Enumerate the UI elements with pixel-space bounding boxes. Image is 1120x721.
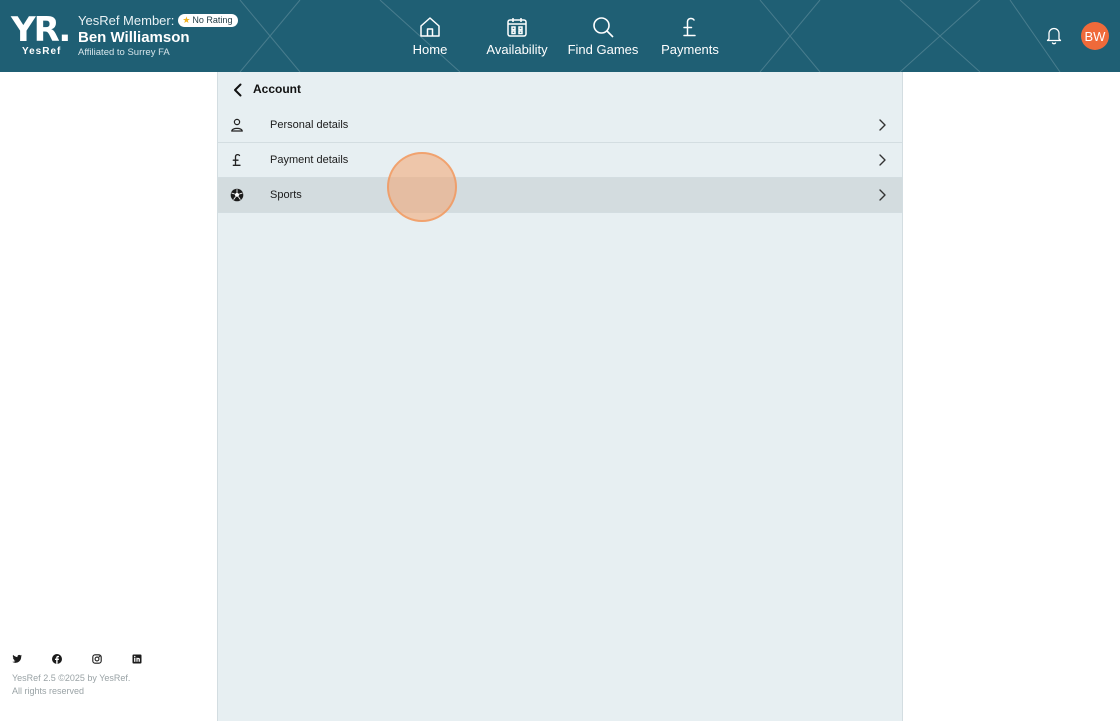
instagram-icon[interactable] — [91, 652, 103, 664]
facebook-icon[interactable] — [51, 652, 63, 664]
menu-item-label: Personal details — [270, 119, 349, 131]
nav-payments[interactable]: Payments — [656, 0, 724, 72]
user-avatar[interactable]: BW — [1081, 22, 1109, 50]
pound-icon — [232, 153, 241, 166]
nav-find-games-label: Find Games — [567, 42, 639, 57]
footer-rights: All rights reserved — [12, 686, 85, 696]
football-icon — [230, 188, 244, 202]
account-panel: Account Personal details Payment details… — [217, 72, 903, 721]
click-indicator — [387, 152, 457, 222]
rating-badge-text: No Rating — [192, 15, 233, 25]
logo-mark: YR. — [11, 10, 71, 50]
chevron-right-icon — [879, 154, 886, 166]
nav-availability[interactable]: Availability — [482, 0, 552, 72]
nav-home-label: Home — [412, 42, 448, 57]
person-icon — [231, 118, 243, 132]
linkedin-icon[interactable] — [131, 652, 143, 664]
chevron-right-icon — [879, 119, 886, 131]
menu-item-label: Sports — [270, 189, 302, 201]
top-bar: YR. YesRef YesRef Member: ★ No Rating Be… — [0, 0, 1120, 72]
nav-find-games[interactable]: Find Games — [565, 0, 641, 72]
member-line: YesRef Member: ★ No Rating — [78, 12, 239, 28]
footer-text: YesRef 2.5 ©2025 by YesRef. All rights r… — [12, 672, 130, 698]
social-links — [11, 652, 171, 664]
member-info: YesRef Member: ★ No Rating Ben Williamso… — [78, 12, 239, 58]
nav-availability-label: Availability — [486, 42, 548, 57]
calendar-icon — [507, 18, 527, 37]
nav-home[interactable]: Home — [405, 0, 455, 72]
star-icon: ★ — [182, 14, 191, 25]
menu-item-personal-details[interactable]: Personal details — [218, 108, 902, 143]
account-header: Account — [218, 72, 902, 108]
bell-icon[interactable] — [1044, 25, 1064, 45]
home-icon — [420, 17, 440, 37]
pound-icon — [683, 17, 696, 37]
menu-item-label: Payment details — [270, 154, 349, 166]
chevron-right-icon — [879, 189, 886, 201]
twitter-icon[interactable] — [11, 652, 23, 664]
menu-item-payment-details[interactable]: Payment details — [218, 143, 902, 178]
logo-wordmark: YesRef — [22, 46, 62, 57]
footer-version: YesRef 2.5 ©2025 by YesRef. — [12, 673, 131, 683]
nav-payments-label: Payments — [661, 42, 719, 57]
chevron-left-icon[interactable] — [230, 82, 246, 98]
menu-item-sports[interactable]: Sports — [218, 178, 902, 213]
member-label: YesRef Member: — [78, 12, 175, 28]
page-title: Account — [253, 82, 301, 96]
yesref-logo[interactable]: YR. YesRef — [11, 10, 71, 58]
member-name: Ben Williamson — [78, 29, 190, 46]
search-icon — [593, 17, 614, 38]
rating-badge: ★ No Rating — [178, 13, 239, 27]
member-affiliation: Affiliated to Surrey FA — [78, 47, 170, 58]
